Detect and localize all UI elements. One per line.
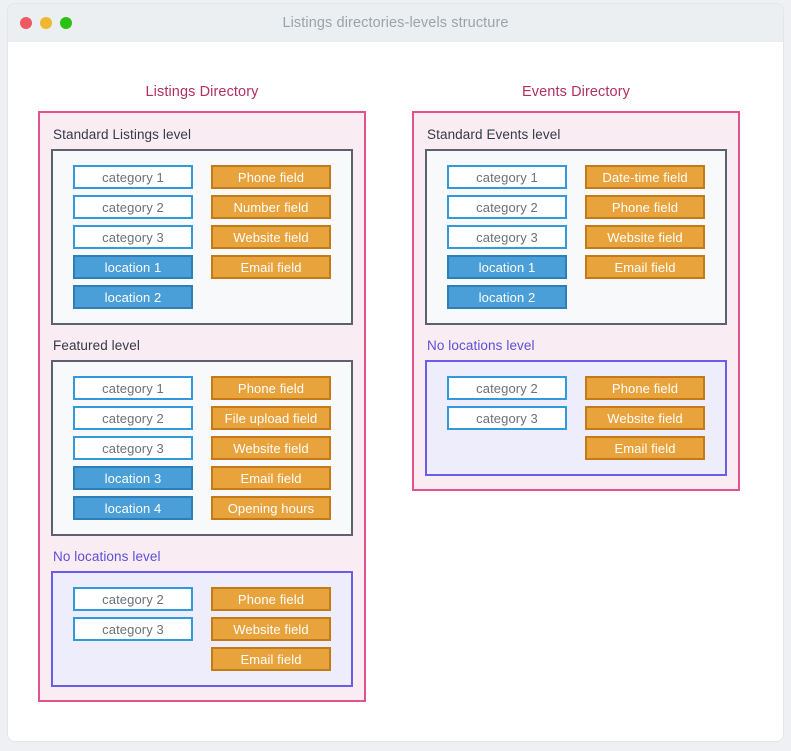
field-chip[interactable]: Phone field xyxy=(585,195,705,219)
level-body: category 1 category 2 category 3 location 3… xyxy=(51,360,353,536)
level-grid: category 1 category 2 category 3 location 1… xyxy=(427,165,725,309)
field-chip[interactable]: Phone field xyxy=(585,376,705,400)
level-body: category 2 category 3 Phone field Website f… xyxy=(425,360,727,476)
field-chip[interactable]: Email field xyxy=(211,647,331,671)
level-label: No locations level xyxy=(53,549,161,564)
level-group: Standard Events level category 1 category … xyxy=(425,121,727,325)
category-chip[interactable]: category 3 xyxy=(447,406,567,430)
category-chip[interactable]: category 3 xyxy=(73,617,193,641)
category-chip[interactable]: category 1 xyxy=(73,376,193,400)
field-chip[interactable]: Website field xyxy=(585,225,705,249)
category-chip[interactable]: category 1 xyxy=(447,165,567,189)
taxonomy-column: category 1 category 2 category 3 location 3… xyxy=(73,376,193,520)
chip-spacer xyxy=(447,436,567,460)
level-label: No locations level xyxy=(427,338,535,353)
category-chip[interactable]: category 1 xyxy=(73,165,193,189)
level-grid: category 1 category 2 category 3 location 3… xyxy=(53,376,351,520)
app-window: Listings directories-levels structure Li… xyxy=(8,4,783,741)
close-window-button[interactable] xyxy=(20,17,32,29)
category-chip[interactable]: category 3 xyxy=(73,225,193,249)
field-chip[interactable]: Phone field xyxy=(211,376,331,400)
field-chip[interactable]: File upload field xyxy=(211,406,331,430)
level-body: category 1 category 2 category 3 location 1… xyxy=(51,149,353,325)
category-chip[interactable]: category 2 xyxy=(447,195,567,219)
taxonomy-column: category 1 category 2 category 3 location 1… xyxy=(447,165,567,309)
level-label: Featured level xyxy=(53,338,140,353)
chip-spacer xyxy=(211,285,331,309)
level-grid: category 2 category 3 Phone field Website f… xyxy=(427,376,725,460)
minimize-window-button[interactable] xyxy=(40,17,52,29)
field-chip[interactable]: Website field xyxy=(585,406,705,430)
field-column: Phone field Number field Website field Emai… xyxy=(211,165,331,309)
level-body: category 2 category 3 Phone field Website f… xyxy=(51,571,353,687)
diagram-canvas: Listings Directory Standard Listings leve… xyxy=(8,42,783,741)
category-chip[interactable]: category 3 xyxy=(73,436,193,460)
window-controls xyxy=(20,17,72,29)
field-chip[interactable]: Opening hours xyxy=(211,496,331,520)
level-group: No locations level category 2 category 3 Ph… xyxy=(51,543,353,687)
location-chip[interactable]: location 3 xyxy=(73,466,193,490)
taxonomy-column: category 2 category 3 xyxy=(447,376,567,460)
category-chip[interactable]: category 2 xyxy=(73,195,193,219)
level-label: Standard Listings level xyxy=(53,127,192,142)
taxonomy-column: category 1 category 2 category 3 location 1… xyxy=(73,165,193,309)
field-chip[interactable]: Phone field xyxy=(211,587,331,611)
level-group: Standard Listings level category 1 categor… xyxy=(51,121,353,325)
category-chip[interactable]: category 2 xyxy=(447,376,567,400)
category-chip[interactable]: category 2 xyxy=(73,587,193,611)
directory-title: Events Directory xyxy=(522,84,630,100)
field-chip[interactable]: Phone field xyxy=(211,165,331,189)
field-chip[interactable]: Website field xyxy=(211,436,331,460)
field-chip[interactable]: Number field xyxy=(211,195,331,219)
field-chip[interactable]: Email field xyxy=(585,436,705,460)
window-titlebar: Listings directories-levels structure xyxy=(8,4,783,42)
level-grid: category 2 category 3 Phone field Website f… xyxy=(53,587,351,671)
location-chip[interactable]: location 2 xyxy=(73,285,193,309)
field-column: Phone field File upload field Website fiel… xyxy=(211,376,331,520)
window-title: Listings directories-levels structure xyxy=(282,15,509,31)
location-chip[interactable]: location 1 xyxy=(447,255,567,279)
location-chip[interactable]: location 2 xyxy=(447,285,567,309)
field-column: Phone field Website field Email field xyxy=(585,376,705,460)
category-chip[interactable]: category 3 xyxy=(447,225,567,249)
field-chip[interactable]: Date-time field xyxy=(585,165,705,189)
field-column: Phone field Website field Email field xyxy=(211,587,331,671)
level-body: category 1 category 2 category 3 location 1… xyxy=(425,149,727,325)
chip-spacer xyxy=(585,285,705,309)
field-chip[interactable]: Website field xyxy=(211,225,331,249)
field-chip[interactable]: Email field xyxy=(211,255,331,279)
field-chip[interactable]: Website field xyxy=(211,617,331,641)
field-chip[interactable]: Email field xyxy=(211,466,331,490)
category-chip[interactable]: category 2 xyxy=(73,406,193,430)
directory-box: Standard Listings level category 1 categor… xyxy=(38,111,366,702)
level-group: Featured level category 1 category 2 catego… xyxy=(51,332,353,536)
field-chip[interactable]: Email field xyxy=(585,255,705,279)
directory-column: Listings Directory Standard Listings leve… xyxy=(38,84,366,702)
level-group: No locations level category 2 category 3 Ph… xyxy=(425,332,727,476)
level-grid: category 1 category 2 category 3 location 1… xyxy=(53,165,351,309)
directory-title: Listings Directory xyxy=(145,84,259,100)
location-chip[interactable]: location 1 xyxy=(73,255,193,279)
directory-columns: Listings Directory Standard Listings leve… xyxy=(8,42,783,702)
level-label: Standard Events level xyxy=(427,127,561,142)
chip-spacer xyxy=(73,647,193,671)
directory-column: Events Directory Standard Events level cat… xyxy=(412,84,740,491)
taxonomy-column: category 2 category 3 xyxy=(73,587,193,671)
maximize-window-button[interactable] xyxy=(60,17,72,29)
field-column: Date-time field Phone field Website field E… xyxy=(585,165,705,309)
directory-box: Standard Events level category 1 category … xyxy=(412,111,740,491)
location-chip[interactable]: location 4 xyxy=(73,496,193,520)
